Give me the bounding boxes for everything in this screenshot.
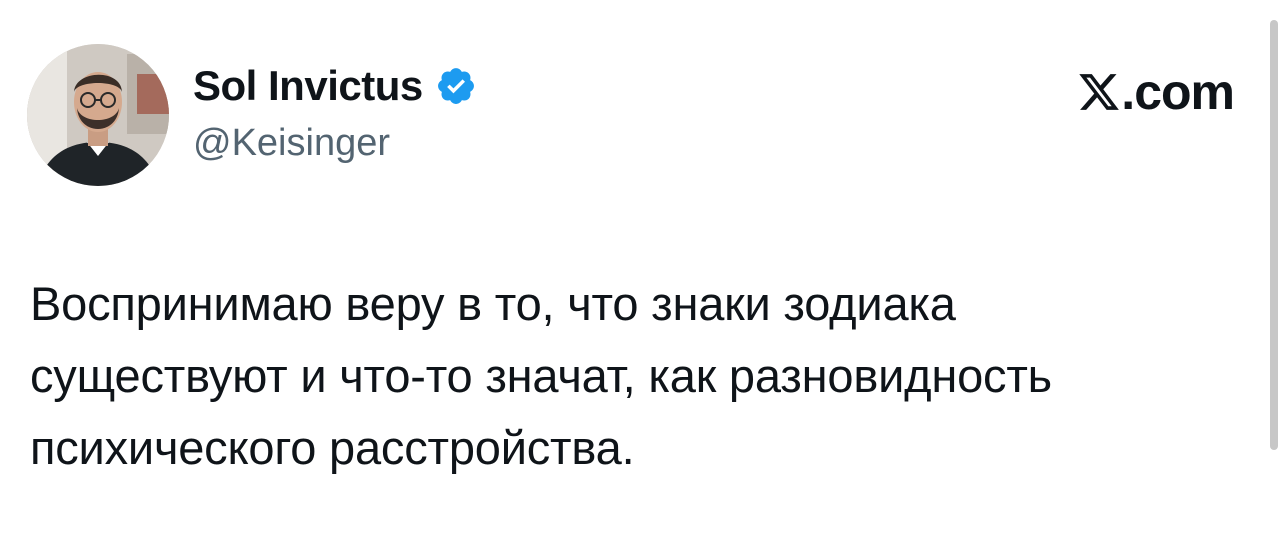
avatar-image [27, 44, 169, 186]
tweet-card: Sol Invictus @Keisinger .com Воспринимаю… [0, 0, 1284, 533]
scrollbar[interactable] [1270, 20, 1278, 450]
author-handle[interactable]: @Keisinger [193, 122, 390, 165]
avatar[interactable] [27, 44, 169, 186]
x-logo-icon [1077, 70, 1121, 114]
tweet-text: Воспринимаю веру в то, что знаки зодиака… [30, 277, 1052, 474]
author-name-row: Sol Invictus [193, 60, 477, 112]
brand-domain-text: .com [1121, 64, 1235, 120]
verified-badge-icon [435, 65, 477, 107]
author-name[interactable]: Sol Invictus [193, 62, 423, 110]
brand-logo: .com [1077, 64, 1235, 120]
